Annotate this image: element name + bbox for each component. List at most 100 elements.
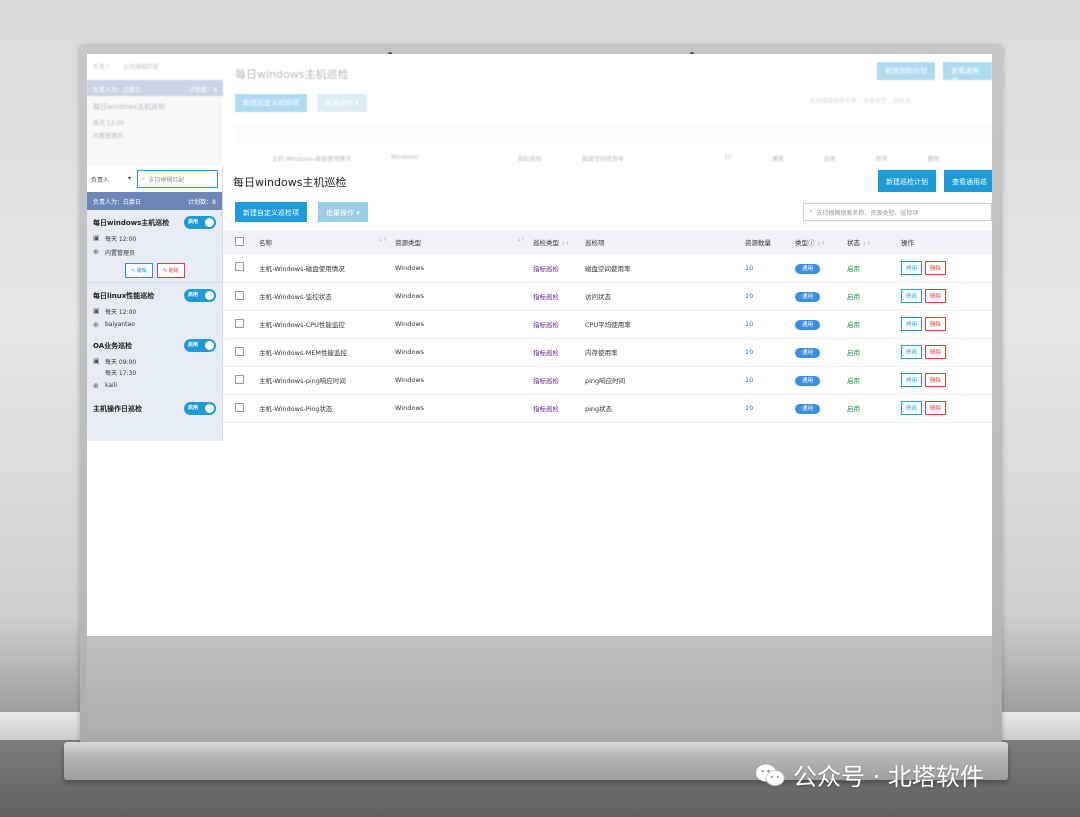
ghost-side-bar-right: 计划数：8 bbox=[189, 87, 217, 94]
sort-icon[interactable]: ↓↑ bbox=[517, 237, 525, 243]
row-delete-button[interactable]: 删除 bbox=[925, 317, 947, 331]
table-header: 名称 ↓↑ 资源类型 ↓↑ 巡检类型 ↓↑ 巡检项 资源数量 类型ⓘ ↓↑ 状态… bbox=[223, 230, 992, 254]
row-inspection-item: ping状态 bbox=[585, 405, 613, 413]
row-disable-button[interactable]: 停用 bbox=[901, 317, 923, 331]
row-checkbox[interactable] bbox=[235, 402, 244, 412]
watermark: 公众号 · 北塔软件 bbox=[755, 757, 984, 792]
item-search-placeholder: 支持模糊搜索名称、资源类型、巡检项 bbox=[816, 209, 919, 217]
row-type-tag: 通用 bbox=[795, 404, 821, 414]
calendar-icon: ▣ bbox=[93, 234, 100, 242]
row-resource-count-link[interactable]: 10 bbox=[745, 264, 753, 272]
row-type-tag: 通用 bbox=[795, 263, 821, 274]
row-delete-button[interactable]: 删除 bbox=[925, 289, 947, 303]
row-disable-button[interactable]: 停用 bbox=[901, 401, 923, 415]
row-checkbox[interactable] bbox=[235, 346, 244, 356]
plan-item[interactable]: OA业务巡检 启用 ▣ 每天 09:00 每天 17:30 ⊕ kaili bbox=[87, 333, 222, 394]
row-resource-type: Windows bbox=[395, 348, 425, 356]
search-icon: ⌕ bbox=[809, 208, 813, 215]
ghost-batch-button: 批量操作 ▾ bbox=[317, 94, 367, 112]
row-status: 启用 bbox=[847, 405, 860, 413]
ghost-title: 每日windows主机巡检 bbox=[235, 68, 349, 81]
table-row[interactable]: 主机-Windows-MEM性能监控 Windows 指标巡检 内存使用率 10 通用 启用… bbox=[223, 338, 992, 367]
ghost-row-stop: 停用 bbox=[875, 156, 888, 163]
row-disable-button[interactable]: 停用 bbox=[901, 345, 923, 359]
plan-enable-toggle[interactable]: 启用 bbox=[184, 289, 216, 302]
row-checkbox[interactable] bbox=[235, 374, 244, 384]
new-plan-button[interactable]: 新建巡检计划 bbox=[878, 170, 936, 192]
row-resource-count-link[interactable]: 10 bbox=[745, 292, 753, 300]
row-delete-button[interactable]: 删除 bbox=[925, 260, 947, 275]
row-delete-button[interactable]: 删除 bbox=[925, 373, 947, 387]
row-inspection-type: 指标巡检 bbox=[533, 264, 559, 273]
row-resource-count-link[interactable]: 10 bbox=[745, 348, 753, 356]
ghost-side-line1: 每天 12:00 bbox=[93, 120, 125, 127]
sort-icon[interactable]: ↓↑ bbox=[561, 241, 569, 247]
row-resource-count-link[interactable]: 10 bbox=[745, 376, 753, 384]
row-type-tag: 通用 bbox=[795, 320, 821, 330]
plan-title: 每日windows主机巡检 bbox=[93, 218, 170, 227]
plan-edit-button[interactable]: ✎ 编辑 bbox=[125, 263, 153, 278]
plan-enable-toggle[interactable]: 启用 bbox=[184, 216, 216, 229]
screen-lower-bezel bbox=[87, 636, 992, 731]
ghost-row-item: 磁盘空间使用率 bbox=[581, 156, 624, 163]
plan-item[interactable]: 主机操作日巡检 启用 bbox=[87, 394, 222, 419]
sidebar-filter: 负责人 ▾ ⌕ 支持模糊匹配 bbox=[87, 166, 222, 192]
row-type-tag: 通用 bbox=[795, 292, 821, 302]
plan-enable-toggle[interactable]: 启用 bbox=[184, 402, 216, 415]
row-inspection-item: ping响应时间 bbox=[585, 377, 626, 385]
plan-schedule: 每天 09:00 bbox=[105, 359, 137, 366]
ghost-side-search: 支持模糊匹配 bbox=[123, 64, 160, 71]
owner-select[interactable]: 负责人 ▾ bbox=[91, 175, 131, 184]
plan-item[interactable]: 每日windows主机巡检 启用 ▣ 每天 12:00 ⊕ 内置管理员 ✎ 编辑 ✎… bbox=[87, 210, 222, 282]
new-custom-item-button[interactable]: 新建自定义巡检项 bbox=[235, 202, 307, 222]
ghost-row-name: 主机-Windows-磁盘使用情况 bbox=[272, 156, 352, 163]
ghost-row: 主机-Windows-磁盘使用情况 Windows 指标巡检 磁盘空间使用率 1… bbox=[272, 154, 940, 163]
calendar-icon: ▣ bbox=[93, 307, 100, 315]
view-general-button[interactable]: 查看通用巡 bbox=[944, 170, 992, 192]
row-resource-type: Windows bbox=[395, 292, 425, 300]
table-row[interactable]: 主机-Windows-Ping状态 Windows 指标巡检 ping状态 10 通用 启用… bbox=[223, 394, 992, 423]
inspection-table: 名称 ↓↑ 资源类型 ↓↑ 巡检类型 ↓↑ 巡检项 资源数量 类型ⓘ ↓↑ 状态… bbox=[223, 230, 992, 423]
plan-delete-button[interactable]: ✎ 删除 bbox=[156, 263, 185, 278]
row-inspection-item: 访问状态 bbox=[585, 293, 611, 301]
column-header: 名称 bbox=[259, 239, 272, 247]
chevron-down-icon: ▾ bbox=[127, 174, 131, 182]
row-status: 启用 bbox=[847, 293, 860, 301]
row-disable-button[interactable]: 停用 bbox=[901, 289, 923, 303]
table-row[interactable]: 主机-Windows-ping响应时间 Windows 指标巡检 ping响应时间 10… bbox=[223, 366, 992, 395]
batch-action-button[interactable]: 批量操作 ▾ bbox=[318, 202, 368, 222]
row-resource-count-link[interactable]: 10 bbox=[745, 320, 753, 328]
row-resource-count-link[interactable]: 10 bbox=[745, 404, 753, 412]
select-all-checkbox[interactable] bbox=[235, 236, 244, 246]
plan-item[interactable]: 每日linux性能巡检 启用 ▣ 每天 12:00 ⊕ baiyantao bbox=[87, 282, 222, 333]
row-checkbox[interactable] bbox=[235, 318, 244, 328]
plan-schedule: 每天 12:00 bbox=[105, 236, 137, 243]
row-resource-type: Windows bbox=[395, 376, 425, 384]
sort-icon[interactable]: ↓↑ bbox=[862, 241, 870, 247]
owner-summary-bar: 负责人为：白爵日 计划数：8 bbox=[87, 192, 222, 210]
table-row[interactable]: 主机-Windows-磁盘使用情况 Windows 指标巡检 磁盘空间使用率 10 通用 启… bbox=[223, 254, 992, 283]
owner-label: 负责人为：白爵日 bbox=[93, 198, 142, 206]
ghost-side-plan: 每日windows主机巡检 bbox=[93, 103, 166, 111]
row-disable-button[interactable]: 停用 bbox=[901, 373, 923, 387]
row-delete-button[interactable]: 删除 bbox=[925, 345, 947, 359]
ghost-view-general-button: 查看通用巡 bbox=[943, 62, 992, 85]
row-disable-button[interactable]: 停用 bbox=[901, 260, 923, 275]
column-header: 资源类型 bbox=[395, 239, 421, 247]
plan-owner: 内置管理员 bbox=[105, 250, 136, 257]
row-name: 主机-Windows-磁盘使用情况 bbox=[259, 264, 345, 273]
row-delete-button[interactable]: 删除 bbox=[925, 401, 947, 415]
plan-search-input[interactable]: ⌕ 支持模糊匹配 bbox=[137, 170, 218, 188]
row-checkbox[interactable] bbox=[235, 290, 244, 300]
row-checkbox[interactable] bbox=[235, 262, 244, 272]
ghost-side-select: 负责人 bbox=[93, 64, 112, 71]
plan-sidebar: 负责人 ▾ ⌕ 支持模糊匹配 负责人为：白爵日 计划数：8 每日windows主… bbox=[87, 166, 223, 441]
table-row[interactable]: 主机-Windows-监控状态 Windows 指标巡检 访问状态 10 通用 启用 停用 删除 bbox=[223, 282, 992, 311]
sort-icon[interactable]: ↓↑ bbox=[379, 237, 387, 243]
sort-icon[interactable]: ↓↑ bbox=[817, 241, 825, 247]
table-row[interactable]: 主机-Windows-CPU性能监控 Windows 指标巡检 CPU平均使用率 10 通… bbox=[223, 310, 992, 339]
row-status: 启用 bbox=[847, 321, 860, 329]
search-icon: ⌕ bbox=[142, 175, 146, 182]
plan-enable-toggle[interactable]: 启用 bbox=[184, 339, 216, 352]
item-search-input[interactable]: ⌕ 支持模糊搜索名称、资源类型、巡检项 bbox=[803, 203, 992, 221]
